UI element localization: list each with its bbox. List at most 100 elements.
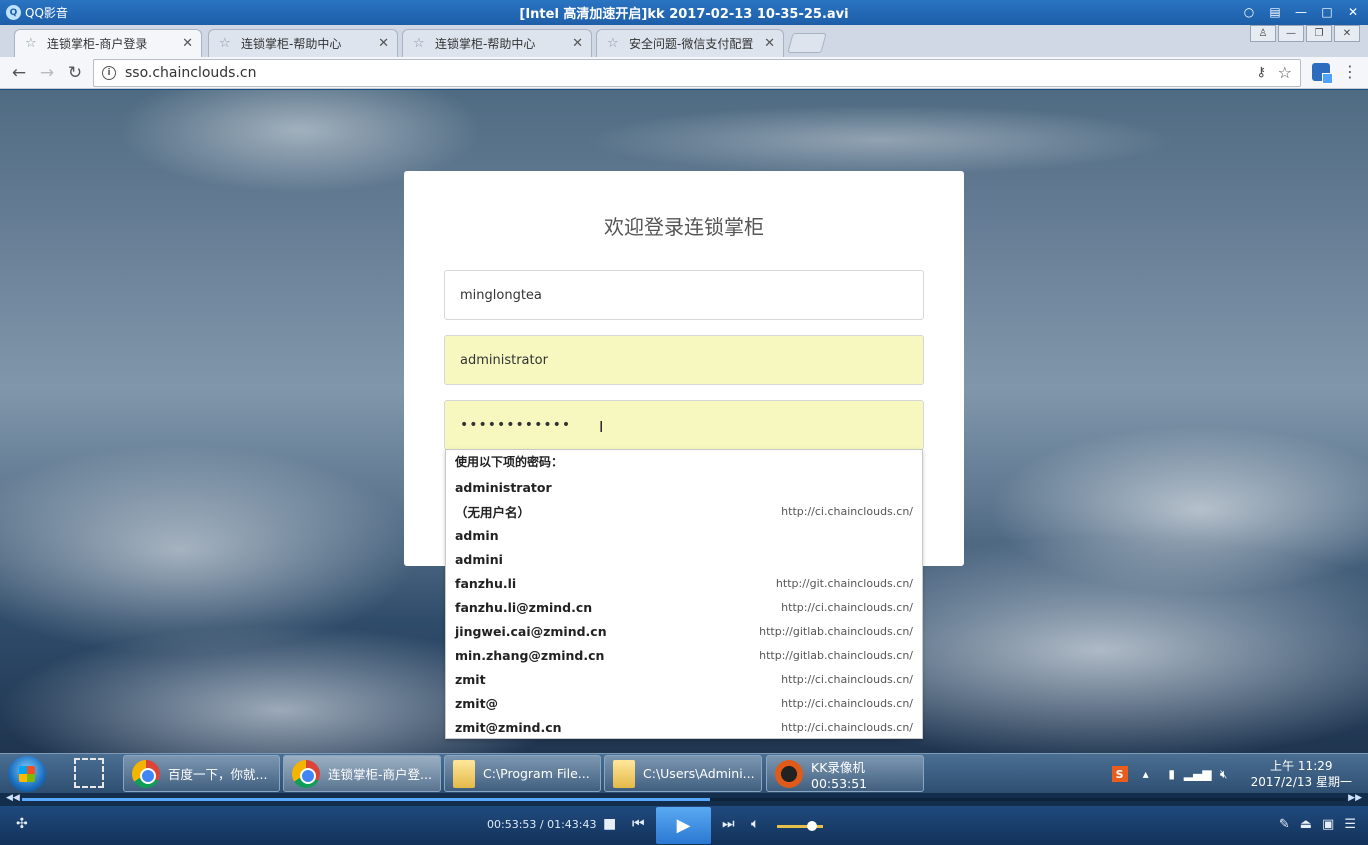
extension-icon[interactable] — [1312, 63, 1333, 84]
autocomplete-item[interactable]: min.zhang@zmind.cn http://gitlab.chainclo… — [446, 643, 922, 667]
previous-icon[interactable]: ⏮︎ — [632, 816, 645, 832]
autocomplete-username: （无用户名） — [455, 504, 531, 520]
browser-tab-1[interactable]: ☆ 连锁掌柜-商户登录 ✕ — [14, 29, 202, 57]
username-field[interactable] — [444, 335, 924, 385]
reload-icon[interactable]: ↻ — [64, 62, 86, 84]
user-icon[interactable]: ♙ — [1250, 25, 1276, 42]
autocomplete-username: min.zhang@zmind.cn — [455, 647, 605, 663]
key-icon[interactable]: ⚷ — [1256, 65, 1266, 80]
battery-icon[interactable]: ▮ — [1164, 766, 1180, 782]
windows-taskbar: 百度一下，你就... 连锁掌柜-商户登... C:\Program File... C… — [0, 753, 1368, 793]
tray-expand-icon[interactable]: ▴ — [1138, 766, 1154, 782]
url-input[interactable] — [125, 65, 1225, 81]
tab-title: 连锁掌柜-帮助中心 — [435, 37, 536, 51]
browser-tab-3[interactable]: ☆ 连锁掌柜-帮助中心 ✕ — [402, 29, 592, 57]
merchant-input[interactable] — [445, 271, 923, 319]
tab-title: 安全问题-微信支付配置 — [629, 37, 754, 51]
clock-time: 上午 11:29 — [1270, 759, 1333, 773]
clock[interactable]: 上午 11:29 2017/2/13 星期一 — [1251, 758, 1352, 790]
autocomplete-site: http://ci.chainclouds.cn/ — [781, 600, 913, 614]
seek-fill — [22, 798, 711, 801]
autocomplete-site: http://git.chainclouds.cn/ — [775, 576, 913, 590]
playlist-icon[interactable]: ☰ — [1344, 817, 1356, 832]
tab-title: 连锁掌柜-商户登录 — [47, 37, 148, 51]
skin-icon[interactable]: ▣ — [1322, 817, 1334, 832]
star-favicon-icon: ☆ — [219, 35, 231, 51]
quick-menu-icon[interactable]: ✣ — [16, 816, 28, 832]
autocomplete-site: http://gitlab.chainclouds.cn/ — [759, 624, 913, 638]
tab-close-icon[interactable]: ✕ — [764, 36, 775, 51]
seek-track[interactable] — [22, 798, 1346, 801]
tools-icon[interactable]: ✎ — [1279, 817, 1290, 832]
browser-tab-2[interactable]: ☆ 连锁掌柜-帮助中心 ✕ — [208, 29, 398, 57]
settings-icon[interactable]: ▤ — [1264, 3, 1286, 21]
menu-icon[interactable]: ⋮ — [1342, 62, 1358, 81]
back-arrow-icon[interactable]: ← — [8, 62, 30, 84]
close-icon[interactable]: ✕ — [1334, 25, 1360, 42]
text-cursor-icon: I — [599, 418, 604, 436]
autocomplete-site: http://ci.chainclouds.cn/ — [781, 696, 913, 710]
autocomplete-item[interactable]: jingwei.cai@zmind.cn http://gitlab.chainc… — [446, 619, 922, 643]
stop-icon[interactable]: ■ — [603, 816, 616, 832]
forward-arrow-icon[interactable]: → — [36, 62, 58, 84]
autocomplete-username: zmit@zmind.cn — [455, 719, 562, 735]
autocomplete-username: zmit — [455, 671, 486, 687]
autocomplete-item[interactable]: fanzhu.li http://git.chainclouds.cn/ — [446, 571, 922, 595]
password-input[interactable] — [445, 401, 923, 449]
restore-icon[interactable]: ❐ — [1306, 25, 1332, 42]
taskbar-button[interactable]: 百度一下，你就... — [123, 755, 280, 792]
info-icon[interactable]: i — [102, 66, 116, 80]
maximize-icon[interactable]: □ — [1316, 3, 1338, 21]
taskbar-button-label: C:\Program File... — [483, 766, 590, 781]
next-icon[interactable]: ⏭︎ — [722, 816, 735, 832]
password-autocomplete-dropdown: 使用以下项的密码： administrator （无用户名） http://ci.c… — [445, 449, 923, 739]
close-icon[interactable]: ✕ — [1342, 3, 1364, 21]
autocomplete-item[interactable]: （无用户名） http://ci.chainclouds.cn/ — [446, 499, 922, 523]
snipping-tool-icon[interactable] — [74, 758, 104, 788]
minimize-icon[interactable]: — — [1290, 3, 1312, 21]
autocomplete-item[interactable]: admin — [446, 523, 922, 547]
taskbar-button[interactable]: C:\Users\Admini... — [604, 755, 762, 792]
bookmark-star-icon[interactable]: ☆ — [1278, 63, 1292, 82]
autocomplete-item[interactable]: fanzhu.li@zmind.cn http://ci.chainclouds.… — [446, 595, 922, 619]
seek-back-icon[interactable]: ◀◀ — [6, 793, 20, 803]
folder-icon — [613, 759, 635, 788]
seek-forward-icon[interactable]: ▶▶ — [1348, 793, 1362, 803]
tab-close-icon[interactable]: ✕ — [378, 36, 389, 51]
autocomplete-item[interactable]: zmit@ http://ci.chainclouds.cn/ — [446, 691, 922, 715]
autocomplete-item[interactable]: zmit@zmind.cn http://ci.chainclouds.cn/ — [446, 715, 922, 739]
start-button[interactable] — [8, 756, 46, 792]
browser-tab-4[interactable]: ☆ 安全问题-微信支付配置 ✕ — [596, 29, 784, 57]
merchant-field[interactable] — [444, 270, 924, 320]
chrome-icon — [132, 759, 160, 788]
address-bar[interactable]: i ⚷ ☆ — [93, 59, 1301, 87]
taskbar-button[interactable]: C:\Program File... — [444, 755, 601, 792]
autocomplete-item[interactable]: administrator — [446, 475, 922, 499]
volume-knob[interactable] — [806, 821, 817, 831]
autocomplete-site: http://ci.chainclouds.cn/ — [781, 720, 913, 734]
network-icon[interactable]: ▂▄▆ — [1184, 766, 1212, 782]
tab-close-icon[interactable]: ✕ — [182, 36, 193, 51]
player-window-controls: ○ ▤ — □ ✕ — [1238, 3, 1364, 21]
tab-close-icon[interactable]: ✕ — [572, 36, 583, 51]
taskbar-button[interactable]: KK录像机 00:53:51 — [766, 755, 924, 792]
password-field[interactable]: I — [444, 400, 924, 450]
minimize-icon[interactable]: — — [1278, 25, 1304, 42]
player-window-title: [Intel 高清加速开启]kk 2017-02-13 10-35-25.avi — [519, 7, 849, 22]
play-button[interactable]: ▶ — [656, 807, 711, 844]
dropdown-list: administrator （无用户名） http://ci.chainclouds… — [446, 475, 922, 739]
clock-date: 2017/2/13 星期一 — [1250, 775, 1352, 789]
sogou-input-icon[interactable]: S — [1111, 766, 1128, 782]
volume-icon[interactable]: 🔈︎ — [751, 816, 759, 832]
username-input[interactable] — [445, 336, 923, 384]
eject-icon[interactable]: ⏏︎ — [1300, 817, 1312, 832]
seek-bar[interactable]: ◀◀ ▶▶ — [0, 793, 1368, 806]
autocomplete-item[interactable]: zmit http://ci.chainclouds.cn/ — [446, 667, 922, 691]
taskbar-button-label: 连锁掌柜-商户登... — [328, 767, 432, 782]
chat-icon[interactable]: ○ — [1238, 3, 1260, 21]
taskbar-button[interactable]: 连锁掌柜-商户登... — [283, 755, 441, 792]
new-tab-button[interactable] — [787, 33, 827, 53]
volume-muted-icon[interactable]: 🔇︎ — [1216, 766, 1232, 782]
autocomplete-item[interactable]: admini — [446, 547, 922, 571]
player-app-name: QQ影音 — [25, 6, 68, 20]
